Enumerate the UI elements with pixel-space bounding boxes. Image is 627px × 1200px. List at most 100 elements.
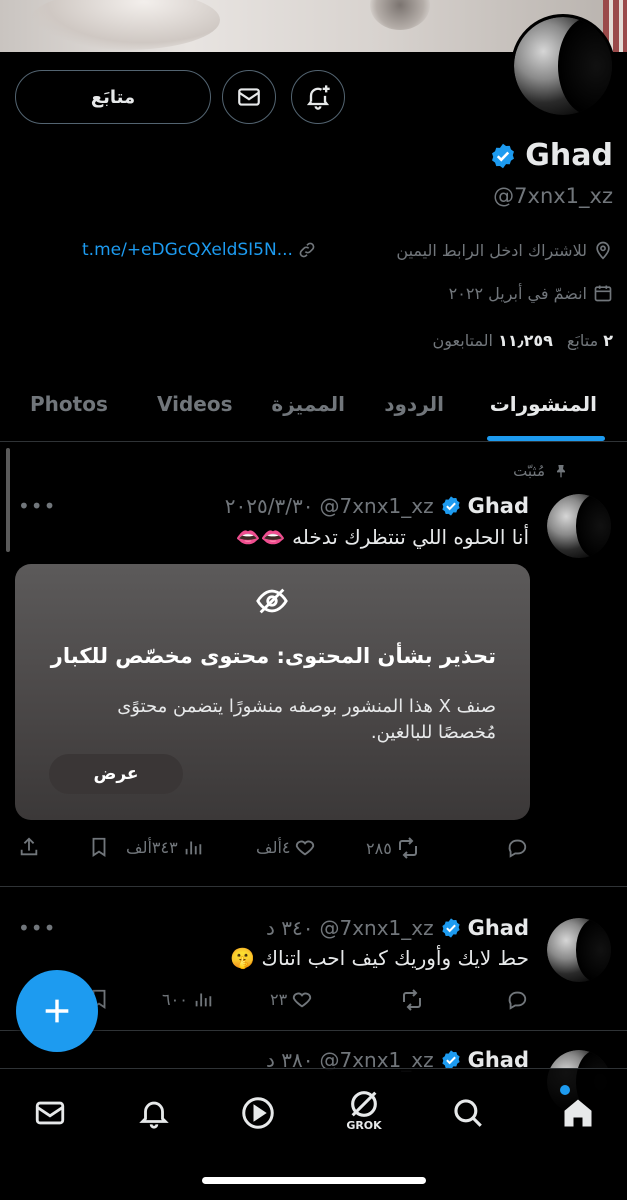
pin-icon: [557, 465, 565, 478]
warning-title: تحذير بشأن المحتوى: محتوى مخصّص للكبار: [50, 644, 496, 668]
verified-badge-icon: [492, 143, 515, 168]
mail-icon: [238, 88, 260, 106]
tweet-header: ٣٤٠ د @7xnx1_xz Ghad: [266, 916, 529, 940]
tweet-author-name[interactable]: Ghad: [468, 916, 529, 940]
heart-icon: [296, 840, 315, 856]
search-icon: [454, 1099, 482, 1127]
profile-handle: @7xnx1_xz: [493, 184, 613, 208]
views-button[interactable]: ٦٠٠: [162, 988, 214, 1010]
profile-joined: انضمّ في أبريل ٢٠٢٢: [449, 283, 613, 303]
profile-link[interactable]: t.me/+eDGcQXeldSI5N...: [82, 240, 317, 260]
following-button-label: متابَع: [90, 86, 136, 108]
tweet-time[interactable]: ٢٠٢٥/٣/٣٠: [225, 494, 314, 518]
grok-icon: [351, 1090, 377, 1117]
scrollbar[interactable]: [6, 448, 10, 552]
verified-badge-icon: [441, 918, 460, 938]
tweet-time[interactable]: ٣٤٠ د: [266, 916, 314, 940]
tab-posts[interactable]: المنشورات: [490, 392, 597, 416]
warning-body: صنف X هذا المنشور بوصفه منشورًا يتضمن مح…: [117, 696, 496, 743]
tweet-header: ٢٠٢٥/٣/٣٠ @7xnx1_xz Ghad: [225, 494, 529, 518]
link-icon: [299, 242, 315, 258]
profile-stats: ٢ متابَع ١١٫٢٥٩ المتابعون: [433, 331, 613, 350]
mail-icon: [35, 1101, 65, 1125]
compose-button[interactable]: [16, 970, 98, 1052]
bell-icon: [139, 1101, 169, 1129]
calendar-icon: [594, 285, 612, 302]
like-button[interactable]: ٤ألف: [256, 836, 316, 858]
tweet-avatar[interactable]: [547, 494, 611, 558]
tweet-handle[interactable]: @7xnx1_xz: [319, 494, 433, 518]
nav-notifications[interactable]: [130, 1089, 178, 1137]
home-notification-dot: [560, 1085, 570, 1095]
followers-stat[interactable]: ١١٫٢٥٩ المتابعون: [433, 331, 553, 350]
retweet-icon: [398, 837, 417, 859]
followers-label: المتابعون: [432, 331, 493, 350]
tweet-author-name[interactable]: Ghad: [468, 494, 529, 518]
profile-location-text: للاشتراك ادخل الرابط اليمين: [396, 240, 587, 260]
reply-icon: [508, 991, 527, 1010]
home-icon: [564, 1099, 592, 1127]
play-icon: [242, 1097, 274, 1129]
retweet-count: ٢٨٥: [366, 838, 392, 858]
show-content-button[interactable]: عرض: [49, 754, 183, 794]
tweet-divider: [0, 886, 627, 887]
views-count: ٣٤٣ألف: [126, 837, 178, 857]
following-button[interactable]: متابَع: [15, 70, 211, 124]
tweet-avatar[interactable]: [547, 918, 611, 982]
profile-avatar[interactable]: [511, 14, 615, 118]
retweet-button[interactable]: [400, 988, 424, 1012]
bookmark-icon: [92, 837, 106, 857]
share-icon: [20, 837, 38, 856]
eye-off-icon: [256, 588, 288, 614]
heart-icon: [293, 992, 312, 1008]
tweet-text: أنا الحلوه اللي تنتظرك تدخله 👄👄: [235, 525, 529, 549]
tweet-divider: [0, 1030, 627, 1031]
grok-label: GROK: [346, 1118, 382, 1132]
like-button[interactable]: ٢٣: [270, 988, 313, 1010]
bell-plus-icon: [306, 85, 330, 110]
profile-link-text[interactable]: t.me/+eDGcQXeldSI5N...: [82, 240, 293, 260]
tab-replies[interactable]: الردود: [384, 392, 444, 416]
sensitive-content-warning: تحذير بشأن المحتوى: محتوى مخصّص للكبار ص…: [15, 564, 530, 820]
nav-home[interactable]: [554, 1089, 602, 1137]
tab-photos[interactable]: Photos: [30, 392, 108, 416]
retweet-button[interactable]: ٢٨٥: [366, 836, 420, 860]
active-tab-indicator: [487, 436, 605, 441]
pinned-label: مُثبّت: [513, 462, 569, 480]
following-stat[interactable]: ٢ متابَع: [567, 331, 613, 350]
message-button[interactable]: [222, 70, 276, 124]
views-count: ٦٠٠: [162, 989, 188, 1009]
nav-grok[interactable]: GROK: [340, 1085, 388, 1133]
plus-icon: [45, 999, 69, 1023]
following-count: ٢: [603, 331, 613, 350]
share-button[interactable]: [18, 836, 40, 858]
nav-messages[interactable]: [26, 1089, 74, 1137]
nav-videos[interactable]: [234, 1089, 282, 1137]
profile-joined-text: انضمّ في أبريل ٢٠٢٢: [448, 283, 587, 303]
tweet-text: حط لايك وأوريك كيف احب اتناك 🤫: [230, 946, 529, 970]
tab-highlights[interactable]: المميزة: [271, 392, 345, 416]
home-indicator[interactable]: [202, 1177, 426, 1184]
profile-name: Ghad: [525, 138, 613, 173]
views-button[interactable]: ٣٤٣ألف: [126, 836, 204, 858]
more-options-icon[interactable]: •••: [18, 494, 56, 518]
followers-count: ١١٫٢٥٩: [498, 331, 553, 350]
retweet-icon: [403, 989, 421, 1011]
reply-button[interactable]: [506, 836, 528, 858]
like-count: ٤ألف: [256, 837, 291, 857]
analytics-icon: [195, 993, 212, 1007]
more-options-icon[interactable]: •••: [18, 916, 56, 940]
reply-icon: [508, 839, 527, 858]
pinned-text: مُثبّت: [513, 462, 545, 480]
bookmark-button[interactable]: [88, 836, 110, 858]
notify-button[interactable]: [291, 70, 345, 124]
tweet-handle[interactable]: @7xnx1_xz: [319, 916, 433, 940]
profile-tabs: المنشورات الردود المميزة Videos Photos: [0, 380, 627, 442]
profile-location: للاشتراك ادخل الرابط اليمين: [396, 240, 613, 260]
like-count: ٢٣: [270, 989, 288, 1009]
tab-videos[interactable]: Videos: [157, 392, 233, 416]
location-pin-icon: [596, 241, 610, 260]
reply-button[interactable]: [506, 988, 528, 1010]
nav-search[interactable]: [444, 1089, 492, 1137]
verified-badge-icon: [441, 496, 460, 516]
